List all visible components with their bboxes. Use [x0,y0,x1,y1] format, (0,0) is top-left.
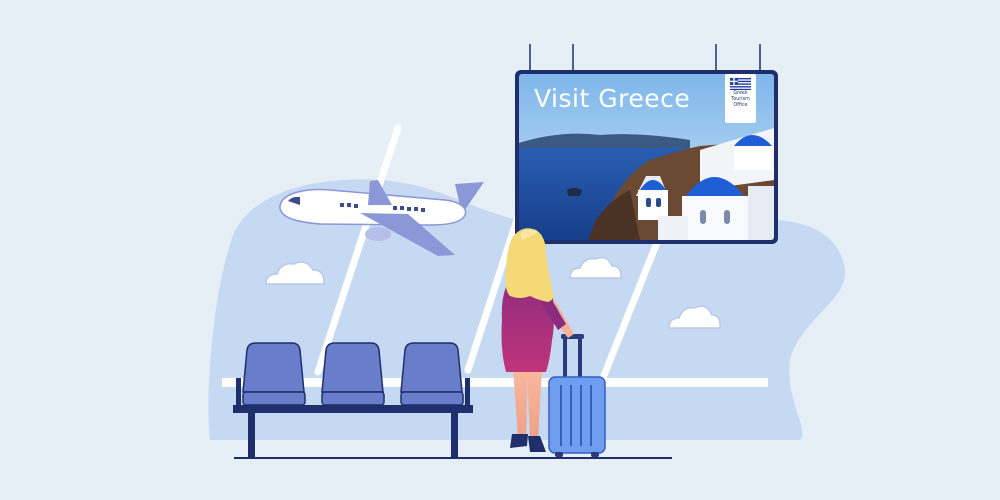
airport-scene: Visit Greece Greek Tourism Office [0,0,1000,500]
seat-1 [242,342,306,406]
badge-line-3: Office [733,103,748,108]
tourism-office-badge: Greek Tourism Office [725,74,756,123]
seat-2 [321,342,385,406]
illustration [208,44,846,459]
waiting-chairs [233,342,473,458]
tourism-office-label: Greek Tourism Office [726,91,755,109]
billboard-hangers [529,44,761,70]
seat-3 [400,342,464,406]
billboard-title: Visit Greece [534,84,691,113]
